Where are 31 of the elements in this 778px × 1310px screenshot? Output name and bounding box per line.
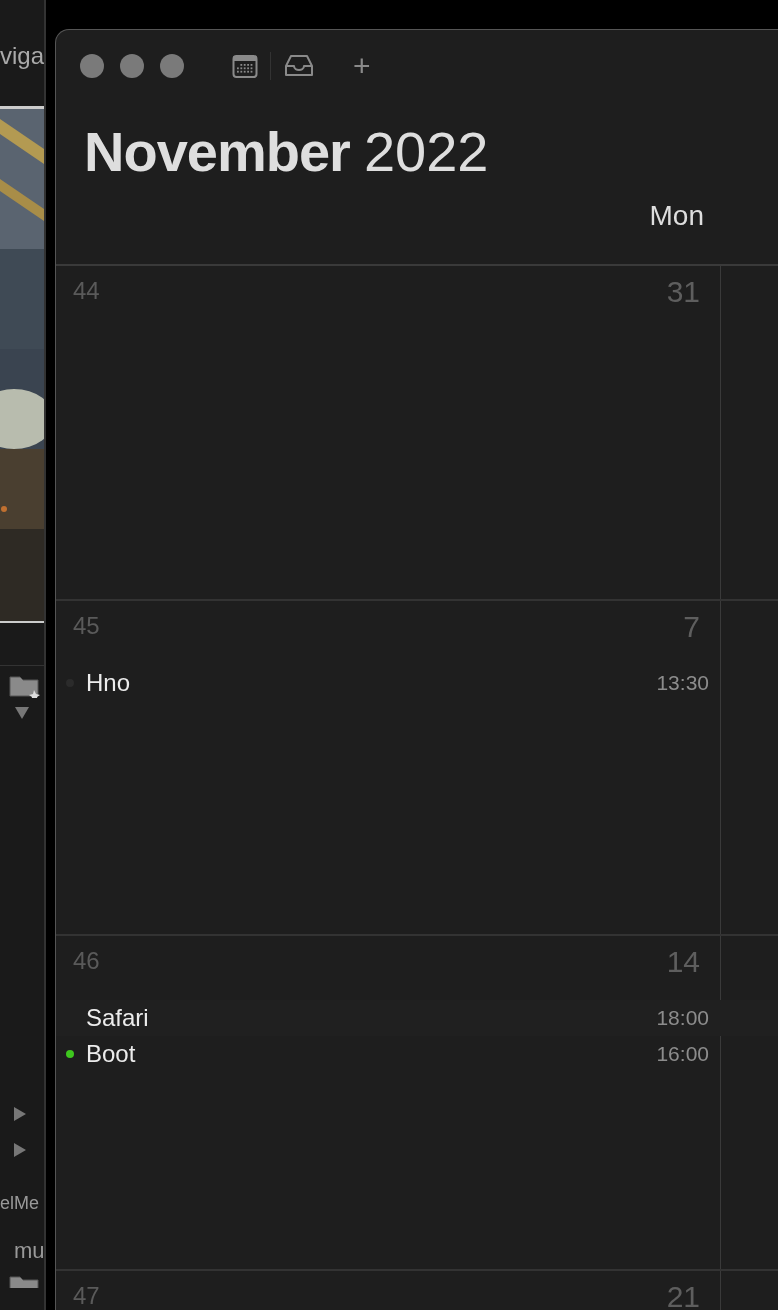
week-number: 45 xyxy=(73,611,100,641)
weekday-header: Mon xyxy=(648,200,704,233)
disclosure-triangle-icon[interactable] xyxy=(13,1106,27,1122)
event-time: 13:30 xyxy=(656,671,709,695)
calendar-event[interactable]: Hno 13:30 xyxy=(56,665,720,701)
day-number[interactable]: 21 xyxy=(666,1281,700,1310)
window-control[interactable] xyxy=(160,54,184,78)
month-title: November xyxy=(84,122,350,182)
window-control[interactable] xyxy=(80,54,104,78)
triangle-icon[interactable] xyxy=(14,706,30,720)
day-number[interactable]: 7 xyxy=(683,611,700,665)
add-button[interactable]: + xyxy=(353,49,371,83)
week-number: 46 xyxy=(73,946,100,976)
event-time: 16:00 xyxy=(656,1042,709,1066)
field-label: mu xyxy=(13,1237,44,1265)
calendar-event[interactable]: Boot 16:00 xyxy=(56,1036,720,1072)
inbox-icon[interactable] xyxy=(283,54,315,78)
day-number[interactable]: 14 xyxy=(666,946,700,1000)
window-control[interactable] xyxy=(120,54,144,78)
tab-label[interactable]: viga xyxy=(0,26,44,86)
day-number[interactable]: 31 xyxy=(666,276,700,330)
calendar-icon[interactable] xyxy=(232,53,258,79)
event-title: Safari xyxy=(86,1004,150,1032)
disclosure-triangle-icon[interactable] xyxy=(13,1142,27,1158)
event-title: Boot xyxy=(86,1040,137,1068)
week-number: 44 xyxy=(73,276,100,306)
week-number: 47 xyxy=(73,1281,100,1310)
panel-label: elMe xyxy=(0,1192,40,1215)
event-title: Hno xyxy=(86,669,132,697)
event-time: 18:00 xyxy=(656,1006,709,1030)
year-title: 2022 xyxy=(363,122,489,182)
